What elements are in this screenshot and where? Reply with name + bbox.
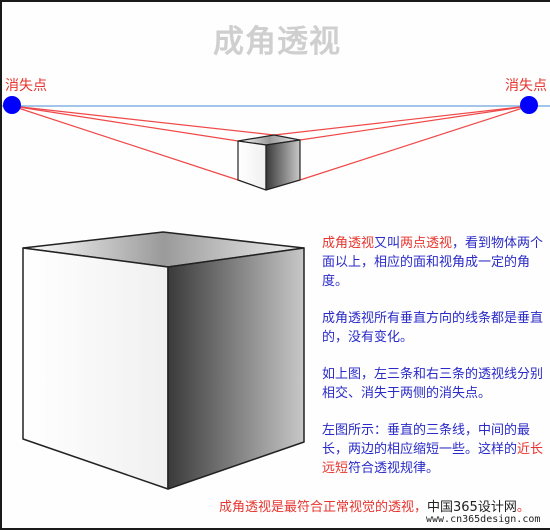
perspective-line [11, 105, 275, 136]
perspective-line [299, 105, 530, 181]
text-span: 左图所示：垂直的三条线，中间的最长，两边的相应缩短一些。这样的 [322, 423, 531, 457]
perspective-line [299, 105, 530, 141]
perspective-lines-right [273, 105, 530, 181]
perspective-line [11, 105, 239, 181]
text-span: 又叫 [374, 236, 401, 251]
caption-end: 。 [516, 500, 530, 515]
description-paragraph-3: 如上图，左三条和右三条的透视线分别相交、消失于两侧的消失点。 [322, 367, 544, 401]
caption-site-name: 中国365设计网 [427, 500, 517, 515]
text-span: 符合透视规律。 [348, 461, 440, 476]
vanishing-point-right [520, 96, 538, 114]
perspective-line [11, 105, 239, 142]
large-cube [22, 231, 305, 490]
small-cube-left-face [237, 140, 267, 191]
large-cube-right-face [167, 247, 305, 490]
vanishing-point-label-right: 消失点 [505, 78, 547, 94]
vanishing-point-label-left: 消失点 [5, 78, 47, 94]
caption-text: 成角透视是最符合正常视觉的透视， [219, 500, 428, 515]
perspective-lines-left [11, 105, 275, 181]
vanishing-point-left [3, 96, 21, 114]
description-text: 成角透视又叫两点透视，看到物体两个面以上，相应的面和视角成一定的角度。 成角透视… [322, 234, 547, 496]
highlight-term: 成角透视 [322, 236, 375, 251]
description-paragraph-1: 成角透视又叫两点透视，看到物体两个面以上，相应的面和视角成一定的角度。 [322, 234, 547, 291]
watermark: www.cn365design.com [426, 514, 541, 525]
small-cube [237, 134, 301, 191]
perspective-diagram: 成角透视 消失点 消失点 成角透视又叫两点透视，看到物体两个面以上，相应的面和视… [0, 0, 550, 530]
large-cube-left-face [22, 247, 169, 490]
caption: 成角透视是最符合正常视觉的透视，中国365设计网。 [219, 496, 530, 515]
description-paragraph-2: 成角透视所有垂直方向的线条都是垂直的，没有变化。 [322, 311, 544, 345]
small-cube-right-face [265, 139, 301, 191]
perspective-line [273, 105, 530, 136]
highlight-term: 两点透视 [400, 236, 453, 251]
description-paragraph-4: 左图所示：垂直的三条线，中间的最长，两边的相应缩短一些。这样的近长远短符合透视规… [322, 421, 547, 478]
